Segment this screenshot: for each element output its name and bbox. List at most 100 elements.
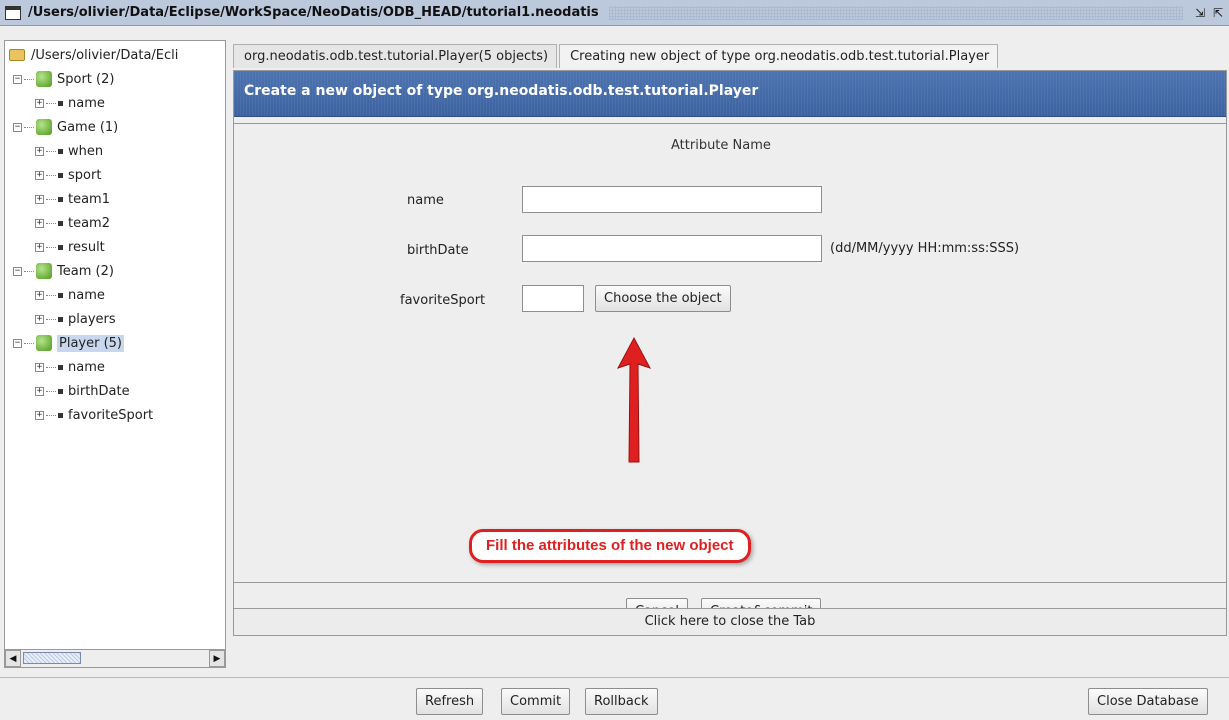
tree-attribute-label: birthDate [68,383,130,399]
tree-connector [46,294,56,296]
expand-toggle-icon[interactable]: + [35,194,44,204]
expand-toggle-icon[interactable]: + [35,386,44,396]
restore-window-button[interactable]: ⇲ [1193,6,1207,20]
scroll-right-icon[interactable]: ▶ [209,650,225,667]
close-tab-button[interactable]: Click here to close the Tab [234,608,1226,635]
choose-object-button[interactable]: Choose the object [595,285,731,312]
tree-connector [24,270,34,272]
window-title: /Users/olivier/Data/Eclipse/WorkSpace/Ne… [28,5,599,20]
refresh-button[interactable]: Refresh [416,688,484,715]
tree-class-node[interactable]: − Game (1) [5,115,225,139]
red-arrow-icon [616,336,652,463]
title-bar-grip [608,5,1183,20]
expand-toggle-icon[interactable]: + [35,362,44,372]
tree-connector [24,78,34,80]
tree-attribute-node[interactable]: + players [5,307,225,331]
tree-connector [46,222,56,224]
tab-player-objects[interactable]: org.neodatis.odb.test.tutorial.Player(5 … [233,44,558,68]
expand-toggle-icon[interactable]: + [35,410,44,420]
attribute-form: Attribute Name name birthDate (dd/MM/yyy… [234,123,1226,583]
attribute-square-icon [58,172,63,178]
tree-attribute-node[interactable]: + name [5,91,225,115]
attribute-square-icon [58,244,63,250]
birthdate-label: birthDate [407,243,469,258]
tree-connector [46,390,56,392]
tree-attribute-label: name [68,359,105,375]
create-object-panel: Create a new object of type org.neodatis… [233,70,1227,636]
close-database-button[interactable]: Close Database [1088,688,1208,715]
birthdate-input[interactable] [522,235,822,262]
scroll-track[interactable] [21,650,209,667]
attribute-square-icon [58,316,63,322]
birthdate-format-hint: (dd/MM/yyyy HH:mm:ss:SSS) [830,241,1020,256]
tree-connector [46,414,56,416]
tree-attribute-label: name [68,95,105,111]
class-tree-panel: /Users/olivier/Data/Ecli − Sport (2) + name… [4,40,226,668]
tree-attribute-label: sport [68,167,102,183]
tree-class-label: Player (5) [57,334,125,352]
class-cube-icon [36,71,52,87]
tab-create-object[interactable]: Creating new object of type org.neodatis… [559,44,999,68]
tree-attribute-label: players [68,311,116,327]
collapse-toggle-icon[interactable]: − [13,74,22,84]
collapse-toggle-icon[interactable]: − [13,266,22,276]
tree-attribute-node[interactable]: + favoriteSport [5,403,225,427]
tree-attribute-label: team1 [68,191,110,207]
tree-class-label: Game (1) [57,119,119,135]
expand-toggle-icon[interactable]: + [35,98,44,108]
tree-attribute-label: when [68,143,104,159]
tree-connector [24,342,34,344]
tree-connector [46,246,56,248]
tree-attribute-label: result [68,239,105,255]
window-title-bar: /Users/olivier/Data/Eclipse/WorkSpace/Ne… [0,0,1229,26]
tree-attribute-node[interactable]: + when [5,139,225,163]
tree-connector [46,150,56,152]
tree-connector [24,126,34,128]
rollback-button[interactable]: Rollback [585,688,658,715]
tree-attribute-node[interactable]: + result [5,235,225,259]
scroll-thumb[interactable] [23,652,81,664]
tree-connector [46,318,56,320]
collapse-toggle-icon[interactable]: − [13,122,22,132]
attribute-square-icon [58,100,63,106]
expand-toggle-icon[interactable]: + [35,218,44,228]
favoritesport-input[interactable] [522,285,584,312]
tree-horizontal-scrollbar[interactable]: ◀ ▶ [5,649,225,667]
class-cube-icon [36,335,52,351]
tree-attribute-node[interactable]: + name [5,283,225,307]
maximize-window-button[interactable]: ⇱ [1211,6,1225,20]
tree-attribute-node[interactable]: + team1 [5,187,225,211]
commit-button[interactable]: Commit [501,688,571,715]
tree-connector [46,102,56,104]
tree-class-node[interactable]: − Sport (2) [5,67,225,91]
attribute-name-heading: Attribute Name [671,138,771,153]
tree-attribute-node[interactable]: + name [5,355,225,379]
tab-bar: org.neodatis.odb.test.tutorial.Player(5 … [233,44,1000,68]
panel-header: Create a new object of type org.neodatis… [234,71,1226,117]
folder-open-icon [9,49,25,61]
class-cube-icon [36,263,52,279]
attribute-square-icon [58,292,63,298]
attribute-square-icon [58,388,63,394]
tree-class-node[interactable]: − Team (2) [5,259,225,283]
attribute-square-icon [58,196,63,202]
tree-attribute-node[interactable]: + sport [5,163,225,187]
tree-attribute-label: favoriteSport [68,407,154,423]
scroll-left-icon[interactable]: ◀ [5,650,21,667]
expand-toggle-icon[interactable]: + [35,170,44,180]
collapse-toggle-icon[interactable]: − [13,338,22,348]
tree-class-node[interactable]: − Player (5) [5,331,225,355]
favoritesport-label: favoriteSport [400,293,486,308]
name-input[interactable] [522,186,822,213]
expand-toggle-icon[interactable]: + [35,314,44,324]
tree-root-label: /Users/olivier/Data/Ecli [31,47,179,63]
tree-attribute-label: team2 [68,215,110,231]
expand-toggle-icon[interactable]: + [35,290,44,300]
expand-toggle-icon[interactable]: + [35,242,44,252]
tree-attribute-node[interactable]: + birthDate [5,379,225,403]
window-icon[interactable] [5,5,21,20]
tree-attribute-node[interactable]: + team2 [5,211,225,235]
expand-toggle-icon[interactable]: + [35,146,44,156]
name-label: name [407,193,444,208]
tree-root[interactable]: /Users/olivier/Data/Ecli [5,43,225,67]
